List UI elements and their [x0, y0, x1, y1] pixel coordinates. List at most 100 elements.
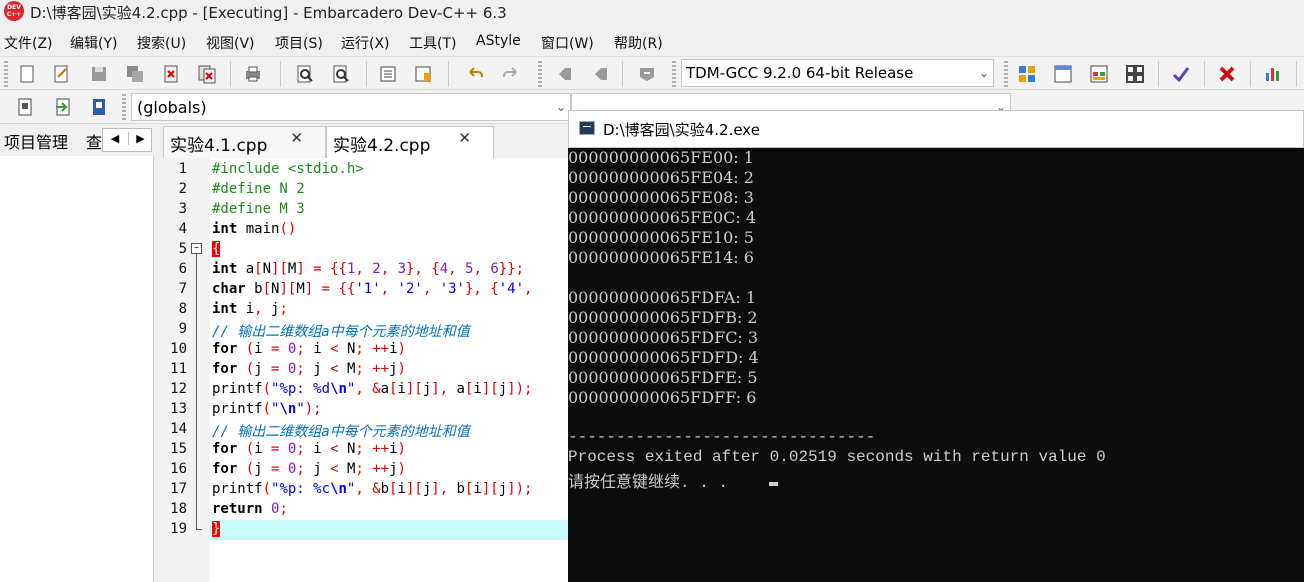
- code-line[interactable]: for (i = 0; i < N; ++i): [212, 441, 406, 457]
- toolbar-grip[interactable]: [538, 61, 542, 87]
- code-token: ": [296, 401, 305, 417]
- code-token: (: [245, 361, 255, 377]
- code-line[interactable]: for (j = 0; j < M; ++j): [212, 461, 406, 477]
- code-token: {{: [338, 281, 356, 297]
- code-line[interactable]: return 0;: [212, 501, 288, 517]
- fold-collapse-icon[interactable]: –: [191, 243, 202, 254]
- code-line[interactable]: int i, j;: [212, 301, 288, 317]
- code-line[interactable]: #define M 3: [212, 201, 305, 217]
- close-icon[interactable]: ✕: [290, 129, 303, 147]
- code-token: M: [338, 361, 356, 377]
- code-token: i: [237, 301, 255, 317]
- close-all-icon[interactable]: [196, 63, 218, 85]
- code-token: {: [490, 281, 499, 297]
- code-token: // 输出二维数组a中每个元素的地址和值: [212, 424, 470, 440]
- code-line[interactable]: char b[N][M] = {{'1', '2', '3'}, {'4',: [212, 281, 532, 297]
- menu-search[interactable]: 搜索(U): [137, 33, 186, 53]
- unindent-icon[interactable]: [412, 63, 434, 85]
- stop-execution-icon[interactable]: [1216, 63, 1238, 85]
- undo-icon[interactable]: [464, 63, 486, 85]
- console-line: 000000000065FE08: 3: [568, 188, 754, 207]
- code-line[interactable]: for (i = 0; i < N; ++i): [212, 341, 406, 357]
- menu-tools[interactable]: 工具(T): [409, 33, 456, 53]
- code-token: ;: [296, 441, 305, 457]
- compile-icon[interactable]: [1016, 63, 1038, 85]
- code-token: ]: [296, 261, 305, 277]
- chart-icon[interactable]: [1262, 63, 1284, 85]
- toggle-header-icon[interactable]: [88, 96, 110, 118]
- code-line[interactable]: for (j = 0; j < M; ++j): [212, 361, 406, 377]
- menu-run[interactable]: 运行(X): [341, 33, 390, 53]
- code-line[interactable]: printf("%p: %d\n", &a[i][j], a[i][j]);: [212, 381, 532, 397]
- code-token: <: [330, 441, 339, 457]
- toolbar-grip[interactable]: [4, 61, 8, 87]
- close-icon[interactable]: ✕: [458, 129, 471, 147]
- code-token: (: [262, 401, 272, 417]
- code-token: j: [389, 461, 398, 477]
- toolbar-grip[interactable]: [672, 61, 676, 87]
- code-token: "%p: %d: [271, 381, 331, 397]
- line-number: 4: [178, 221, 187, 237]
- code-token: (: [245, 341, 255, 357]
- print-icon[interactable]: [242, 63, 264, 85]
- globals-select[interactable]: (globals) ⌄: [131, 93, 571, 121]
- menu-window[interactable]: 窗口(W): [541, 33, 594, 53]
- console-line: 000000000065FE0C: 4: [568, 208, 757, 227]
- code-token: #include <stdio.h>: [212, 161, 364, 177]
- code-token: for: [212, 461, 238, 477]
- code-line[interactable]: {: [212, 241, 221, 257]
- console-line: 000000000065FDFC: 3: [568, 328, 759, 347]
- rebuild-icon[interactable]: [1124, 63, 1146, 85]
- save-icon[interactable]: [88, 63, 110, 85]
- code-line[interactable]: #include <stdio.h>: [212, 161, 364, 177]
- insert-icon[interactable]: [52, 96, 74, 118]
- code-token: // 输出二维数组a中每个元素的地址和值: [212, 324, 470, 340]
- replace-icon[interactable]: [330, 63, 352, 85]
- tab-class-browser[interactable]: 查: [86, 129, 102, 153]
- code-line[interactable]: // 输出二维数组a中每个元素的地址和值: [212, 321, 470, 341]
- bookmark-icon[interactable]: [636, 63, 658, 85]
- menu-project[interactable]: 项目(S): [275, 33, 323, 53]
- code-token: j: [262, 301, 280, 317]
- toolbar-grip[interactable]: [122, 94, 126, 120]
- code-line[interactable]: printf("%p: %c\n", &b[i][j], b[i][j]);: [212, 481, 532, 497]
- menu-help[interactable]: 帮助(R): [614, 33, 663, 53]
- code-token: j: [254, 461, 272, 477]
- close-file-icon[interactable]: [160, 63, 182, 85]
- code-line[interactable]: #define N 2: [212, 181, 305, 197]
- goto-prev-icon[interactable]: [554, 63, 576, 85]
- console-line: 000000000065FE14: 6: [568, 248, 754, 267]
- syntax-check-icon[interactable]: [1170, 63, 1192, 85]
- redo-icon[interactable]: [500, 63, 522, 85]
- menu-astyle[interactable]: AStyle: [476, 33, 521, 49]
- scroll-left-icon[interactable]: ◀: [103, 132, 127, 145]
- goto-next-icon[interactable]: [590, 63, 612, 85]
- line-number: 1: [178, 161, 187, 177]
- menu-edit[interactable]: 编辑(Y): [70, 33, 117, 53]
- save-all-icon[interactable]: [124, 63, 146, 85]
- scroll-right-icon[interactable]: ▶: [128, 132, 152, 145]
- new-file-icon[interactable]: [16, 63, 38, 85]
- code-line[interactable]: }: [212, 521, 221, 537]
- compiler-select[interactable]: TDM-GCC 9.2.0 64-bit Release ⌄: [681, 59, 994, 87]
- code-line[interactable]: int a[N][M] = {{1, 2, 3}, {4, 5, 6}};: [212, 261, 524, 277]
- open-file-icon[interactable]: [50, 63, 72, 85]
- line-number: 5: [178, 241, 187, 257]
- new-class-icon[interactable]: [14, 96, 36, 118]
- find-icon[interactable]: [294, 63, 316, 85]
- code-line[interactable]: // 输出二维数组a中每个元素的地址和值: [212, 421, 470, 441]
- run-icon[interactable]: [1052, 63, 1074, 85]
- code-line[interactable]: int main(): [212, 221, 296, 237]
- tab-file-4-2[interactable]: 实验4.2.cpp ✕: [326, 126, 494, 158]
- menu-file[interactable]: 文件(Z): [4, 33, 53, 53]
- toolbar-grip[interactable]: [1004, 61, 1008, 87]
- compile-run-icon[interactable]: [1088, 63, 1110, 85]
- tab-file-4-1[interactable]: 实验4.1.cpp ✕: [163, 126, 326, 158]
- menu-view[interactable]: 视图(V): [206, 33, 255, 53]
- console-line: 000000000065FDFA: 1: [568, 288, 757, 307]
- indent-icon[interactable]: [377, 63, 399, 85]
- tab-project-manager[interactable]: 项目管理: [4, 129, 68, 153]
- code-line[interactable]: printf("\n");: [212, 401, 322, 417]
